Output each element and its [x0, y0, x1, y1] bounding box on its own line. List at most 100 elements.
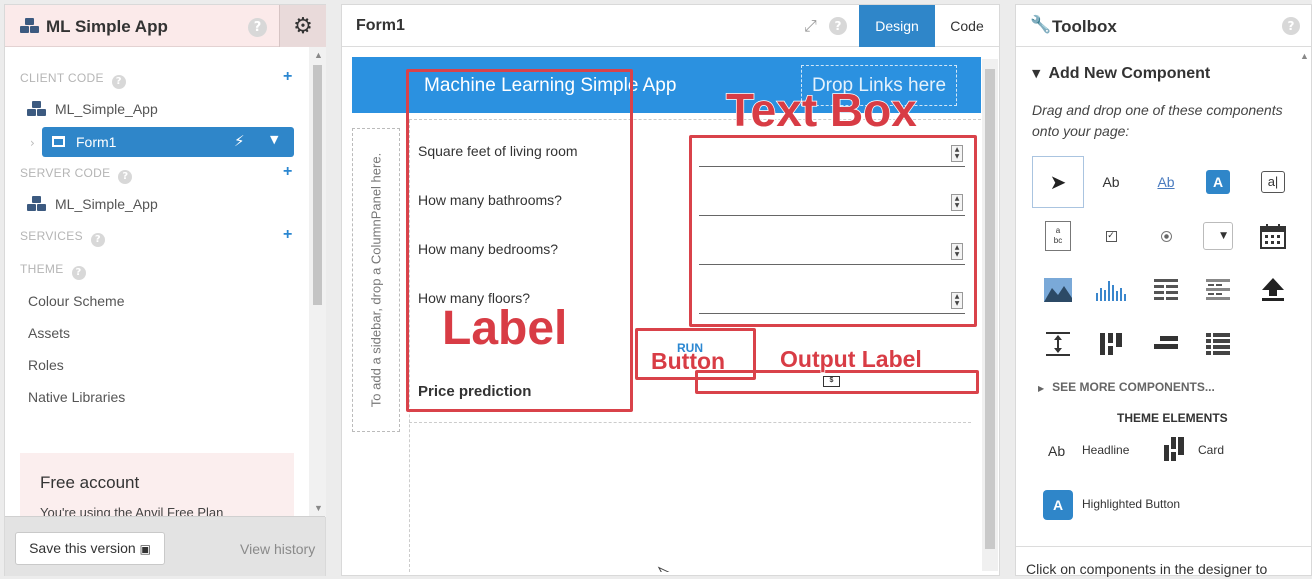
add-service-icon[interactable]: +	[283, 226, 292, 244]
radio-button-component[interactable]	[1140, 210, 1192, 262]
help-icon[interactable]: ?	[248, 18, 267, 37]
theme-headline[interactable]: Headline	[1082, 443, 1129, 457]
sidebar-scrollbar[interactable]: ▲ ▼	[309, 47, 326, 517]
client-app-label: ML_Simple_App	[55, 101, 158, 117]
scroll-down-icon[interactable]: ▼	[314, 503, 323, 513]
scrollbar-thumb[interactable]	[313, 65, 322, 305]
services-label: SERVICES	[20, 229, 83, 243]
button-component-icon: A	[1206, 170, 1230, 194]
grid-panel-icon	[1206, 333, 1230, 355]
designer-header: Form1 ⤢ ? Design Code	[342, 5, 999, 47]
theme-item-assets[interactable]: Assets	[28, 325, 70, 341]
theme-item-colour-scheme[interactable]: Colour Scheme	[28, 293, 125, 309]
see-more-components-link[interactable]: ▶ SEE MORE COMPONENTS...	[1038, 380, 1215, 394]
free-account-notice: Free account You're using the Anvil Free…	[20, 453, 294, 517]
app-title: ML Simple App	[46, 17, 168, 36]
content-bottom-divider	[409, 422, 971, 423]
server-app-label: ML_Simple_App	[55, 196, 158, 212]
theme-highlighted-button[interactable]: Highlighted Button	[1082, 497, 1180, 511]
design-canvas[interactable]: Machine Learning Simple App Drop Links h…	[352, 57, 981, 572]
scroll-up-icon[interactable]: ▲	[314, 50, 323, 60]
grid-panel-component[interactable]	[1192, 318, 1244, 370]
window-icon	[52, 136, 65, 147]
chevron-right-icon[interactable]: ›	[30, 136, 35, 150]
help-icon[interactable]: ?	[90, 233, 105, 247]
date-picker-component[interactable]	[1247, 210, 1299, 262]
label-component[interactable]: Ab	[1085, 156, 1137, 208]
dropdown-component[interactable]: ▼	[1192, 210, 1244, 262]
column-panel-icon	[1100, 333, 1122, 355]
theme-section: THEME?	[20, 262, 86, 280]
lightning-icon[interactable]: ⚡	[234, 132, 245, 150]
tab-design[interactable]: Design	[859, 5, 935, 47]
image-component[interactable]	[1032, 264, 1084, 316]
pointer-tool[interactable]: ➤	[1032, 156, 1084, 208]
form-title: Form1	[356, 17, 405, 34]
bar-chart-icon	[1096, 281, 1126, 301]
scroll-up-icon[interactable]: ▲	[1300, 51, 1309, 61]
repeating-panel-component[interactable]	[1192, 264, 1244, 316]
sidebar-drop-zone[interactable]: To add a sidebar, drop a ColumnPanel her…	[352, 128, 400, 432]
save-version-label: Save this version	[29, 540, 136, 556]
floppy-disk-icon: ▣	[139, 542, 151, 556]
form1-label: Form1	[76, 134, 117, 150]
theme-elements-header: THEME ELEMENTS	[1117, 411, 1228, 425]
services-section: SERVICES?	[20, 229, 105, 247]
scrollbar-thumb[interactable]	[985, 69, 995, 549]
spacer-component[interactable]	[1032, 318, 1084, 370]
calendar-icon	[1260, 224, 1286, 249]
headline-icon: Ab	[1048, 443, 1066, 459]
data-grid-component[interactable]	[1140, 264, 1192, 316]
client-app-item[interactable]: ML_Simple_App	[27, 101, 158, 117]
upload-icon	[1262, 278, 1284, 301]
checkbox-component[interactable]: ✓	[1085, 210, 1137, 262]
theme-card[interactable]: Card	[1198, 443, 1224, 457]
client-code-section: CLIENT CODE?	[20, 71, 126, 89]
tab-code[interactable]: Code	[935, 5, 999, 47]
form-designer-panel: Form1 ⤢ ? Design Code Machine Learning S…	[341, 4, 1000, 576]
wrench-icon: 🔧	[1030, 15, 1052, 35]
app-header: ML Simple App ? ⚙	[5, 5, 326, 47]
theme-item-native-libraries[interactable]: Native Libraries	[28, 389, 125, 405]
caret-down-icon: ▼	[1032, 67, 1041, 80]
designer-scrollbar[interactable]	[982, 59, 998, 571]
highlighted-button-icon: A	[1043, 490, 1073, 520]
client-code-label: CLIENT CODE	[20, 71, 104, 85]
column-panel-component[interactable]	[1085, 318, 1137, 370]
app-cubes-icon	[27, 196, 46, 211]
view-history-link[interactable]: View history	[240, 541, 315, 557]
caret-down-icon[interactable]: ▼	[270, 133, 278, 146]
add-new-component-header[interactable]: ▼ Add New Component	[1032, 65, 1210, 83]
textbox-component[interactable]: a|	[1247, 156, 1299, 208]
mouse-cursor-icon: ➤	[656, 561, 679, 573]
linear-panel-component[interactable]	[1140, 318, 1192, 370]
button-annotation: Button	[650, 347, 726, 375]
checkbox-icon: ✓	[1105, 230, 1117, 242]
linear-panel-icon	[1154, 336, 1178, 349]
help-icon[interactable]: ?	[829, 17, 847, 35]
help-icon[interactable]: ?	[111, 75, 126, 89]
help-icon[interactable]: ?	[1282, 17, 1300, 35]
pointer-icon: ➤	[1049, 170, 1067, 194]
server-app-item[interactable]: ML_Simple_App	[27, 196, 158, 212]
label-annotation: Label	[441, 301, 568, 356]
toolbox-scrollbar[interactable]: ▲	[1298, 47, 1311, 547]
help-icon[interactable]: ?	[118, 170, 133, 184]
card-icon	[1164, 437, 1184, 461]
settings-button[interactable]: ⚙	[279, 5, 326, 47]
form1-item[interactable]: Form1 ⚡ ▼	[42, 127, 294, 157]
textarea-component[interactable]: a bc	[1032, 210, 1084, 262]
save-version-button[interactable]: Save this version ▣	[15, 532, 165, 565]
button-component[interactable]: A	[1192, 156, 1244, 208]
link-component[interactable]: Ab	[1140, 156, 1192, 208]
sidebar-hint: To add a sidebar, drop a ColumnPanel her…	[368, 152, 384, 408]
help-icon[interactable]: ?	[71, 266, 86, 280]
theme-item-roles[interactable]: Roles	[28, 357, 64, 373]
image-icon	[1044, 278, 1072, 302]
drag-drop-hint: Drag and drop one of these components on…	[1032, 102, 1283, 139]
plot-component[interactable]	[1085, 264, 1137, 316]
expand-icon[interactable]: ⤢	[804, 16, 817, 36]
add-client-code-icon[interactable]: +	[283, 68, 292, 86]
add-server-code-icon[interactable]: +	[283, 163, 292, 181]
file-loader-component[interactable]	[1247, 264, 1299, 316]
